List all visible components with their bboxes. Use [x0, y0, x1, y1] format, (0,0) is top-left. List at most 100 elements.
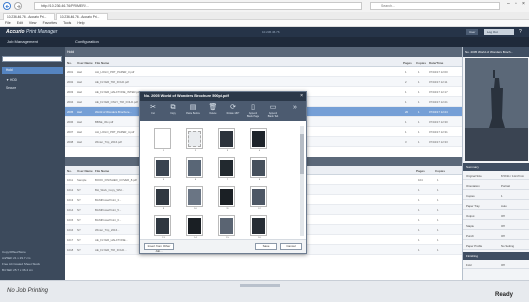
browser-tab-strip: 10.236.46.76 - Accurio Pri... 10.236.46.…	[0, 12, 529, 20]
detail-value: 1	[501, 194, 503, 198]
thumbnail-scrollbar[interactable]	[300, 126, 304, 236]
page-thumbnail[interactable]: 10	[186, 186, 203, 210]
finish-value: Off	[501, 263, 505, 267]
detail-row: Punch Off	[463, 231, 529, 240]
close-window-icon[interactable]: ×	[522, 1, 525, 7]
detail-value: 8.5X11 / 11x17mm	[501, 174, 525, 178]
page-thumbnail[interactable]: 13	[154, 215, 171, 239]
tool-append-blank-tab[interactable]: ▭ Append Blank Tab	[266, 103, 280, 119]
back-arrow-icon	[5, 4, 9, 9]
page-thumbnail[interactable]: 1	[154, 128, 171, 152]
detail-row: Orientation Portrait	[463, 181, 529, 190]
status-splitter[interactable]	[240, 284, 280, 287]
summary-section-title[interactable]: Summary	[463, 163, 529, 171]
page-thumbnail[interactable]: 3	[218, 128, 235, 152]
page-thumbnail[interactable]: 12	[250, 186, 267, 210]
nav-job-management[interactable]: Job Management	[7, 39, 38, 44]
detail-value: Auto	[501, 204, 507, 208]
page-image	[188, 131, 201, 147]
detail-value: Off	[501, 224, 505, 228]
detail-value: No Setting	[501, 244, 515, 248]
menu-view[interactable]: View	[29, 20, 37, 27]
minimize-icon[interactable]: –	[507, 1, 510, 7]
page-number: 1	[162, 150, 165, 152]
page-image	[156, 189, 169, 205]
insert-from-other-job-button[interactable]: Insert from Other Job...	[144, 243, 174, 253]
detail-panel: No. 2005 World of Wonders Broch... Summa…	[462, 47, 529, 280]
page-image	[188, 189, 201, 205]
scroll-thumb[interactable]	[300, 134, 304, 174]
save-button[interactable]: Save	[255, 243, 277, 250]
page-number: 6	[194, 179, 197, 181]
left-paper-info: Copy/Offset/Store A4/SEF 21 x 29.7 cm Fr…	[2, 249, 62, 279]
page-thumbnail[interactable]: 4	[250, 128, 267, 152]
tool-label: Append Blank Page	[246, 112, 260, 118]
menu-favorites[interactable]: Favorites	[43, 20, 57, 27]
tool-icon: ▭	[269, 104, 277, 111]
tool-append-blank-page[interactable]: ▯ Append Blank Page	[246, 103, 260, 119]
detail-key: Orientation	[466, 184, 480, 188]
page-thumbnail[interactable]: 6	[186, 157, 203, 181]
tool-icon: 🗑	[208, 104, 218, 111]
tool-cut[interactable]: ✂ Cut	[146, 103, 160, 119]
menu-tools[interactable]: Tools	[63, 20, 71, 27]
page-thumbnail[interactable]: 8	[250, 157, 267, 181]
page-number: 12	[258, 208, 261, 210]
page-thumbnail[interactable]: 9	[154, 186, 171, 210]
back-button[interactable]	[3, 2, 11, 10]
page-thumbnails: 1 2 3 4 5 6 7 8 9 10 11 12 13 14 15 16	[144, 124, 302, 239]
more-tools-icon[interactable]: »	[288, 103, 302, 119]
browser-toolbar: http://10.236.46.76/PRIMER/... Search...…	[0, 0, 529, 12]
user-button[interactable]: User	[466, 29, 479, 35]
tool-label: Copy	[170, 112, 176, 115]
page-thumbnail[interactable]: 7	[218, 157, 235, 181]
tool-label: Cut	[151, 112, 155, 115]
tool-paste-before[interactable]: ▤ Paste Before	[186, 103, 200, 119]
page-image	[252, 189, 265, 205]
detail-key: Original Size	[466, 174, 482, 178]
page-number: 11	[226, 208, 229, 210]
tool-icon: ✂	[150, 104, 156, 111]
page-image	[252, 218, 265, 234]
nav-configuration[interactable]: Configuration	[75, 39, 99, 44]
tool-icon: ⟳	[230, 104, 236, 111]
page-thumbnail[interactable]: 14	[186, 215, 203, 239]
page-number: 5	[162, 179, 165, 181]
tool-delete[interactable]: 🗑 Delete	[206, 103, 220, 119]
page-image	[156, 160, 169, 176]
forward-button[interactable]	[14, 2, 22, 10]
page-thumbnail[interactable]: 15	[218, 215, 235, 239]
page-image	[220, 189, 233, 205]
left-item-secure[interactable]: Secure	[6, 86, 16, 90]
page-thumbnail[interactable]: 16	[250, 215, 267, 239]
page-thumbnail[interactable]: 2	[186, 128, 203, 152]
browser-menu-bar: File Edit View Favorites Tools Help	[0, 20, 529, 27]
left-item-hold[interactable]: Hold	[2, 67, 63, 74]
browser-tab-2[interactable]: 10.236.46.76 - Accurio Pri...	[56, 13, 108, 20]
browser-search-input[interactable]: Search...	[370, 2, 500, 10]
page-number: 2	[194, 150, 197, 152]
tool-copy[interactable]: ⧉ Copy	[166, 103, 180, 119]
maximize-icon[interactable]: ▫	[515, 1, 517, 7]
page-number: 8	[258, 179, 261, 181]
tool-icon: ▯	[251, 104, 255, 111]
page-thumbnail[interactable]: 5	[154, 157, 171, 181]
finishing-section-title[interactable]: Finishing	[463, 252, 529, 260]
cancel-button[interactable]: Cancel	[280, 243, 302, 250]
help-icon[interactable]: ?	[519, 29, 522, 35]
detail-value: Off	[501, 234, 505, 238]
tool-label: Append Blank Tab	[267, 112, 279, 118]
close-icon[interactable]: ×	[300, 93, 303, 99]
menu-edit[interactable]: Edit	[17, 20, 23, 27]
address-bar[interactable]: http://10.236.46.76/PRIMER/...	[34, 2, 362, 10]
menu-help[interactable]: Help	[77, 20, 84, 27]
logout-button[interactable]: Log Out	[484, 29, 514, 35]
browser-tab-1[interactable]: 10.236.46.76 - Accurio Pri...	[3, 13, 55, 20]
finish-key: Fold	[466, 263, 472, 267]
menu-file[interactable]: File	[5, 20, 11, 27]
left-item-hdd[interactable]: ▼ HDD	[6, 78, 17, 82]
left-search-input[interactable]	[2, 56, 62, 62]
page-image	[188, 160, 201, 176]
page-thumbnail[interactable]: 11	[218, 186, 235, 210]
tool-rotate-180-[interactable]: ⟳ Rotate 180°	[226, 103, 240, 119]
